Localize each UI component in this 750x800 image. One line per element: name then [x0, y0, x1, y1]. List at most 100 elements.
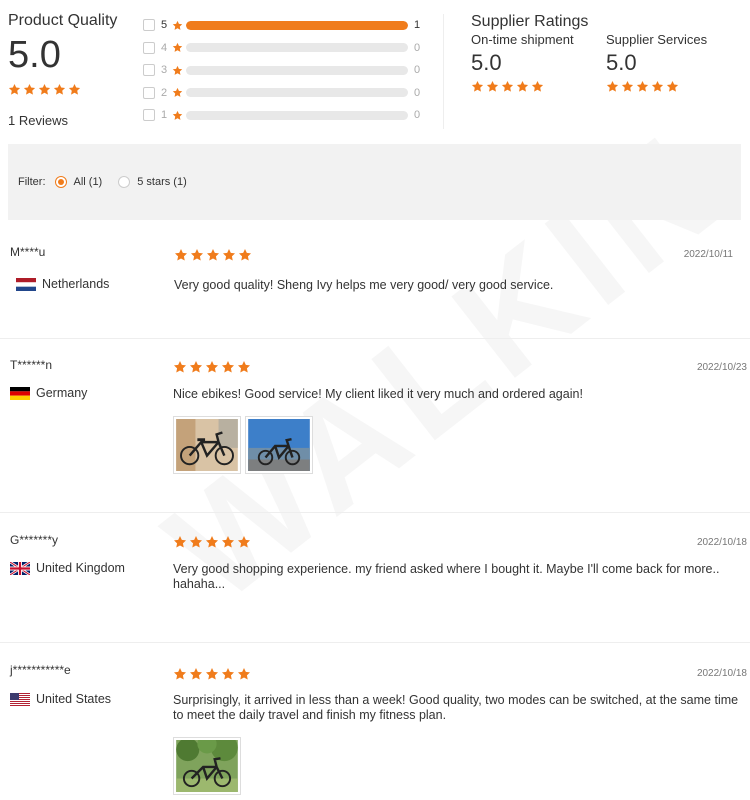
review-stars: [173, 360, 251, 374]
star-icon: [53, 83, 66, 96]
filter-option-label: All (1): [73, 176, 103, 188]
rating-checkbox[interactable]: [143, 86, 155, 99]
rating-checkbox[interactable]: [143, 41, 155, 54]
review-photo-thumbnail[interactable]: [173, 737, 241, 795]
review-date: 2022/10/18: [696, 537, 747, 548]
distribution-row-4[interactable]: 4 0: [143, 37, 423, 60]
rating-checkbox[interactable]: [143, 109, 155, 122]
reviewer-name: G*******y: [10, 533, 59, 547]
germany-flag-icon: [10, 386, 30, 400]
supplier-ratings: Supplier Ratings On-time shipment 5.0 Su…: [471, 13, 741, 98]
star-icon: [606, 80, 619, 93]
star-icon: [486, 80, 499, 93]
distribution-row-3[interactable]: 3 0: [143, 59, 423, 82]
us-flag-icon: [10, 692, 30, 706]
radio-button[interactable]: [54, 176, 67, 188]
distribution-star-label: 4: [160, 41, 168, 54]
distribution-row-2[interactable]: 2 0: [143, 82, 423, 105]
reviewer-name: T******n: [10, 358, 53, 372]
star-icon: [190, 248, 204, 262]
star-icon: [172, 110, 183, 121]
ebike-photo-icon: [176, 419, 238, 471]
star-icon: [23, 83, 36, 96]
reviews-count: 1 Reviews: [8, 113, 68, 128]
review-date: 2022/10/18: [696, 668, 747, 679]
supplier-rating-ontime: On-time shipment 5.0: [471, 31, 606, 98]
review-text: Surprisingly, it arrived in less than a …: [173, 693, 739, 722]
supplier-ratings-title: Supplier Ratings: [471, 13, 589, 30]
review-filter-bar: Filter: All (1) 5 stars (1): [8, 144, 741, 220]
supplier-rating-label: On-time shipment: [471, 32, 574, 47]
review-stars: [173, 667, 251, 681]
distribution-count: 0: [414, 109, 421, 122]
reviewer-name: M****u: [10, 245, 46, 259]
star-icon: [237, 667, 251, 681]
product-quality-summary: Product Quality 5.0 1 Reviews: [8, 12, 138, 128]
country-name: Germany: [36, 386, 88, 400]
distribution-count: 0: [414, 64, 421, 77]
star-icon: [221, 535, 235, 549]
distribution-bar: [186, 88, 408, 98]
star-icon: [68, 83, 81, 96]
ebike-photo-icon: [248, 419, 310, 471]
star-icon: [172, 65, 183, 76]
supplier-rating-services: Supplier Services 5.0: [606, 31, 741, 98]
distribution-count: 1: [414, 19, 421, 32]
star-icon: [666, 80, 679, 93]
reviewer-country: Netherlands: [16, 277, 109, 291]
radio-button[interactable]: [118, 176, 131, 188]
distribution-star-label: 1: [160, 109, 168, 122]
reviewer-country: United States: [10, 692, 111, 706]
star-icon: [237, 535, 251, 549]
filter-option-5-stars[interactable]: 5 stars (1): [118, 176, 187, 188]
distribution-star-label: 3: [160, 64, 168, 77]
netherlands-flag-icon: [16, 277, 36, 291]
star-icon: [173, 360, 187, 374]
star-icon: [189, 360, 203, 374]
star-icon: [651, 80, 664, 93]
review-divider: [0, 512, 750, 513]
distribution-row-5[interactable]: 5 1: [143, 14, 423, 37]
country-name: United Kingdom: [36, 561, 125, 575]
star-icon: [516, 80, 529, 93]
review-divider: [0, 642, 750, 643]
star-icon: [173, 535, 187, 549]
distribution-bar: [186, 43, 408, 53]
star-icon: [238, 248, 252, 262]
supplier-rating-stars: [471, 80, 544, 93]
star-icon: [222, 248, 236, 262]
distribution-star-label: 5: [160, 19, 168, 32]
star-icon: [38, 83, 51, 96]
star-icon: [172, 42, 183, 53]
product-quality-stars: [8, 83, 81, 96]
distribution-star-label: 2: [160, 86, 168, 99]
review-photo-thumbnail[interactable]: [245, 416, 313, 474]
star-icon: [237, 360, 251, 374]
review-stars: [174, 248, 252, 262]
review-divider: [0, 338, 750, 339]
country-name: United States: [36, 692, 112, 706]
star-icon: [636, 80, 649, 93]
star-icon: [621, 80, 634, 93]
filter-option-all[interactable]: All (1): [54, 176, 103, 188]
rating-checkbox[interactable]: [143, 19, 155, 32]
star-icon: [189, 535, 203, 549]
distribution-bar: [186, 110, 408, 120]
star-icon: [172, 20, 183, 31]
distribution-row-1[interactable]: 1 0: [143, 104, 423, 127]
star-icon: [8, 83, 21, 96]
supplier-rating-stars: [606, 80, 679, 93]
star-icon: [205, 667, 219, 681]
star-icon: [471, 80, 484, 93]
review-text: Very good quality! Sheng Ivy helps me ve…: [174, 278, 554, 292]
star-icon: [531, 80, 544, 93]
distribution-count: 0: [414, 41, 421, 54]
rating-distribution: 5 1 4 0 3 0 2 0 1 0: [143, 14, 423, 127]
star-icon: [501, 80, 514, 93]
review-photo-thumbnail[interactable]: [173, 416, 241, 474]
review-date: 2022/10/23: [696, 362, 747, 373]
star-icon: [221, 667, 235, 681]
uk-flag-icon: [10, 561, 30, 575]
supplier-rating-score: 5.0: [606, 50, 637, 75]
rating-checkbox[interactable]: [143, 64, 155, 77]
